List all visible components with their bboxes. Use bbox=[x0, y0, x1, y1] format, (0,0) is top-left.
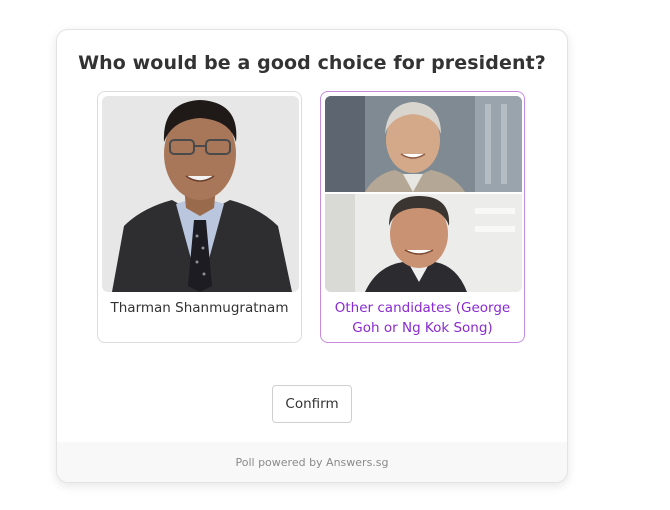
poll-footer: Poll powered by Answers.sg bbox=[57, 442, 567, 482]
confirm-button[interactable]: Confirm bbox=[272, 385, 352, 423]
poll-option-label: Tharman Shanmugratnam bbox=[110, 300, 289, 316]
poll-option-other-candidates[interactable]: Other candidates (George Goh or Ng Kok S… bbox=[320, 91, 525, 343]
candidate-photo-other bbox=[325, 96, 522, 292]
poll-card: Who would be a good choice for president… bbox=[56, 29, 568, 483]
candidate-photo-tharman bbox=[102, 96, 299, 292]
poll-option-label: Other candidates (George Goh or Ng Kok S… bbox=[334, 300, 511, 336]
poll-question: Who would be a good choice for president… bbox=[78, 52, 546, 74]
poll-option-tharman[interactable]: Tharman Shanmugratnam bbox=[97, 91, 302, 343]
powered-by-text: Poll powered by Answers.sg bbox=[235, 455, 389, 469]
